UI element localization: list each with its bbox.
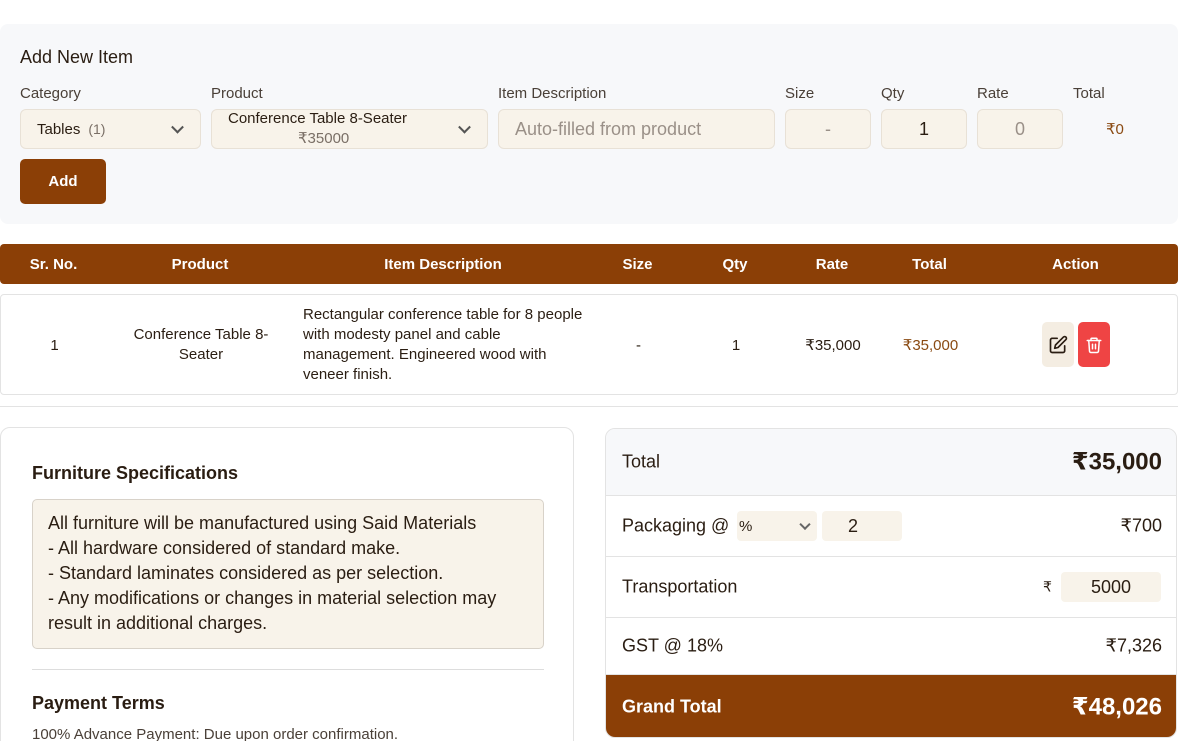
add-button[interactable]: Add (20, 159, 106, 204)
summary-card: Total ₹35,000 Packaging @ % 2 ₹700 Trans… (605, 428, 1177, 738)
rate-input[interactable]: 0 (977, 109, 1063, 149)
category-value: Tables (37, 120, 81, 138)
specifications-divider (32, 669, 544, 670)
summary-total-row: Total ₹35,000 (606, 429, 1176, 496)
delete-button[interactable] (1078, 322, 1110, 367)
add-item-panel: Add New Item Category Product Item Descr… (0, 24, 1178, 224)
row-total: ₹35,000 (902, 337, 959, 354)
summary-total-value: ₹35,000 (1071, 448, 1162, 476)
rate-value: 0 (1014, 118, 1025, 139)
size-label: Size (785, 85, 815, 102)
row-sr-no: 1 (50, 336, 59, 354)
edit-button[interactable] (1042, 322, 1074, 367)
packaging-type-select[interactable]: % (737, 511, 817, 541)
chevron-down-icon (799, 518, 811, 531)
packaging-input[interactable]: 2 (822, 511, 902, 541)
packaging-unit: % (739, 517, 753, 535)
product-price: ₹35000 (298, 130, 350, 147)
gst-row: GST @ 18% ₹7,326 (606, 618, 1176, 675)
specifications-title: Furniture Specifications (32, 463, 239, 483)
payment-terms-text: 100% Advance Payment: Due upon order con… (32, 726, 399, 741)
table-row: 1 Conference Table 8-Seater Rectangular … (0, 294, 1178, 395)
product-label: Product (211, 85, 263, 102)
grand-total-value: ₹48,026 (1071, 693, 1162, 721)
total-value: ₹0 (1106, 121, 1124, 138)
header-total: Total (912, 255, 947, 273)
transportation-label: Transportation (622, 576, 738, 597)
product-select[interactable]: Conference Table 8-Seater ₹35000 (211, 109, 488, 149)
items-table-header: Sr. No. Product Item Description Size Qt… (0, 244, 1178, 284)
payment-terms-title: Payment Terms (32, 693, 165, 713)
chevron-down-icon (171, 120, 184, 134)
packaging-value: ₹700 (1120, 515, 1162, 536)
total-label: Total (1073, 85, 1105, 102)
row-product: Conference Table 8-Seater (133, 326, 269, 363)
rate-label: Rate (977, 85, 1009, 102)
header-rate: Rate (815, 255, 849, 273)
header-sr-no: Sr. No. (29, 255, 78, 273)
header-product: Product (171, 255, 229, 273)
gst-label: GST @ 18% (622, 635, 723, 656)
specifications-card: Furniture Specifications All furniture w… (0, 427, 574, 741)
rupee-symbol: ₹ (1043, 578, 1052, 595)
header-qty: Qty (722, 255, 748, 273)
row-size: - (636, 336, 641, 354)
chevron-down-icon (458, 120, 471, 134)
row-qty: 1 (731, 336, 741, 354)
section-divider (0, 406, 1178, 407)
gst-value: ₹7,326 (1105, 635, 1163, 656)
size-input[interactable]: - (785, 109, 871, 149)
size-value: - (825, 118, 831, 139)
grand-total-row: Grand Total ₹48,026 (606, 675, 1176, 737)
add-item-title: Add New Item (20, 47, 134, 67)
description-placeholder: Auto-filled from product (515, 118, 702, 139)
summary-total-label: Total (622, 451, 661, 472)
specifications-textarea[interactable]: All furniture will be manufactured using… (32, 499, 544, 649)
description-label: Item Description (498, 85, 607, 102)
category-select[interactable]: Tables (1) (20, 109, 201, 149)
trash-icon (1086, 337, 1102, 353)
transportation-input[interactable]: 5000 (1061, 572, 1161, 602)
transportation-row: Transportation ₹ 5000 (606, 557, 1176, 618)
header-description: Item Description (384, 255, 502, 273)
header-size: Size (622, 255, 653, 273)
description-input[interactable]: Auto-filled from product (498, 109, 775, 149)
category-count: (1) (88, 121, 106, 137)
grand-total-label: Grand Total (622, 696, 722, 717)
qty-input[interactable]: 1 (881, 109, 967, 149)
row-rate: ₹35,000 (805, 337, 861, 354)
product-name: Conference Table 8-Seater (228, 110, 408, 127)
qty-value: 1 (918, 118, 929, 139)
packaging-row: Packaging @ % 2 ₹700 (606, 496, 1176, 557)
row-description: Rectangular conference table for 8 peopl… (303, 306, 583, 383)
category-label: Category (20, 85, 81, 102)
edit-icon (1049, 335, 1068, 353)
header-action: Action (1052, 255, 1099, 273)
qty-label: Qty (881, 85, 905, 102)
packaging-label: Packaging @ (622, 515, 730, 536)
